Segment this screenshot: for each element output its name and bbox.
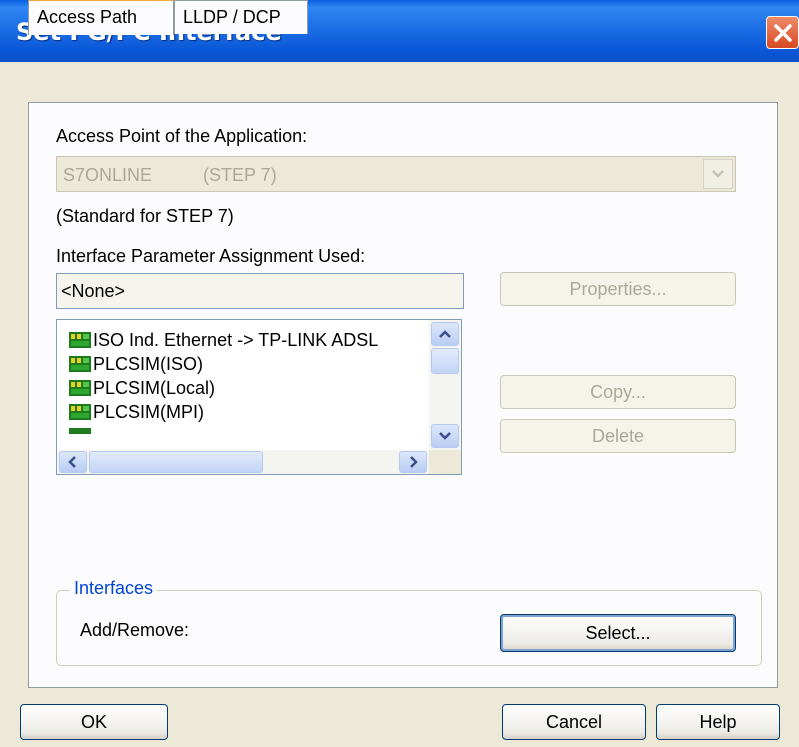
list-item-label: PLCSIM(Local) [93, 378, 216, 398]
network-adapter-icon [69, 380, 91, 396]
tab-label: Access Path [37, 7, 138, 27]
dropdown-button [703, 159, 733, 189]
tab-access-path[interactable]: Access Path [28, 0, 174, 35]
network-adapter-icon [69, 404, 91, 420]
help-button[interactable]: Help [656, 704, 780, 740]
access-point-label: Access Point of the Application: [56, 126, 308, 146]
delete-button[interactable]: Delete [500, 419, 736, 453]
interfaces-group-title: Interfaces [70, 578, 158, 599]
select-button[interactable]: Select... [500, 614, 736, 652]
chevron-down-icon [439, 432, 451, 440]
chevron-right-icon [410, 456, 418, 468]
ok-button[interactable]: OK [20, 704, 168, 740]
copy-button[interactable]: Copy... [500, 375, 736, 409]
scrollbar-corner [429, 450, 461, 474]
scroll-left-button[interactable] [59, 451, 87, 473]
scroll-right-button[interactable] [399, 451, 427, 473]
dialog-window: Set PG/PC Interface Access Path LLDP / D… [0, 0, 799, 747]
access-point-name: S7ONLINE [63, 165, 153, 185]
access-point-desc: (STEP 7) [203, 165, 277, 185]
param-assignment-label: Interface Parameter Assignment Used: [56, 246, 366, 266]
chevron-left-icon [68, 456, 76, 468]
close-icon [774, 24, 792, 42]
list-item-label: PLCSIM(ISO) [93, 354, 204, 374]
chevron-up-icon [439, 330, 451, 338]
network-adapter-icon [69, 332, 91, 348]
add-remove-label: Add/Remove: [80, 620, 190, 640]
chevron-down-icon [712, 170, 724, 178]
close-button[interactable] [766, 16, 799, 49]
list-item-label: ISO Ind. Ethernet -> TP-LINK ADSL [93, 330, 379, 350]
cancel-button[interactable]: Cancel [502, 704, 646, 740]
scroll-thumb[interactable] [431, 348, 459, 374]
properties-button[interactable]: Properties... [500, 272, 736, 306]
horizontal-scrollbar[interactable] [57, 450, 429, 474]
scroll-down-button[interactable] [431, 424, 459, 448]
scroll-up-button[interactable] [431, 322, 459, 346]
tab-lldp-dcp[interactable]: LLDP / DCP [174, 0, 308, 34]
network-adapter-icon [69, 428, 91, 434]
vertical-scrollbar[interactable] [429, 320, 461, 450]
list-item-label: PLCSIM(MPI) [93, 402, 205, 422]
param-assignment-field[interactable]: <None> [56, 273, 464, 309]
network-adapter-icon [69, 356, 91, 372]
access-point-select: S7ONLINE (STEP 7) [56, 156, 736, 192]
tab-label: LLDP / DCP [183, 7, 281, 27]
horizontal-scroll-thumb[interactable] [89, 451, 263, 473]
interface-list[interactable]: ISO Ind. Ethernet -> TP-LINK ADSL PLCSIM… [56, 319, 462, 475]
access-point-note: (Standard for STEP 7) [56, 206, 234, 226]
